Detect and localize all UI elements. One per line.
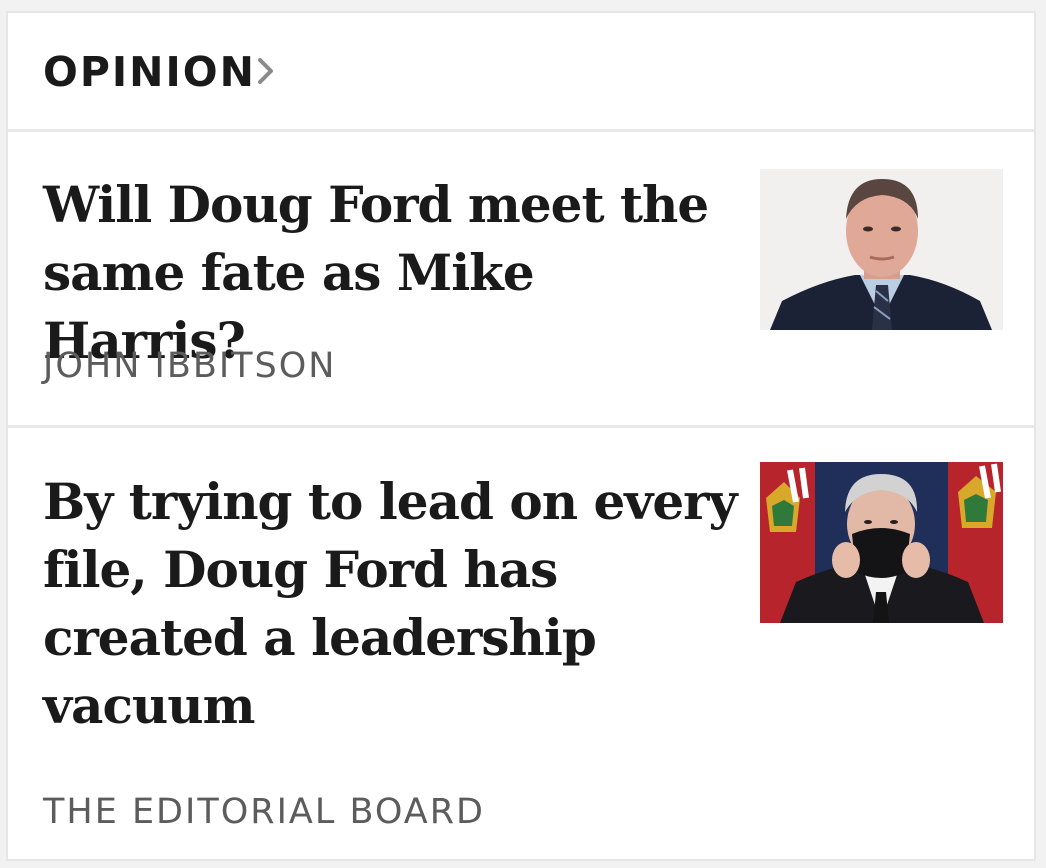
article-thumbnail[interactable] xyxy=(760,462,1003,623)
article-byline[interactable]: JOHN IBBITSON xyxy=(43,346,337,386)
chevron-right-icon xyxy=(258,58,273,84)
article-card[interactable]: By trying to lead on every file, Doug Fo… xyxy=(8,428,1034,868)
section-title: OPINION xyxy=(43,48,256,96)
article-byline[interactable]: THE EDITORIAL BOARD xyxy=(43,792,485,832)
opinion-panel: OPINION Will Doug Ford meet the same fat… xyxy=(6,11,1036,861)
section-header-link[interactable]: OPINION xyxy=(8,13,1034,132)
portrait-photo xyxy=(760,169,1003,330)
article-thumbnail[interactable] xyxy=(760,169,1003,330)
article-headline[interactable]: By trying to lead on every file, Doug Fo… xyxy=(43,468,743,740)
press-conference-photo xyxy=(760,462,1003,623)
article-card[interactable]: Will Doug Ford meet the same fate as Mik… xyxy=(8,132,1034,428)
article-headline[interactable]: Will Doug Ford meet the same fate as Mik… xyxy=(43,171,743,375)
